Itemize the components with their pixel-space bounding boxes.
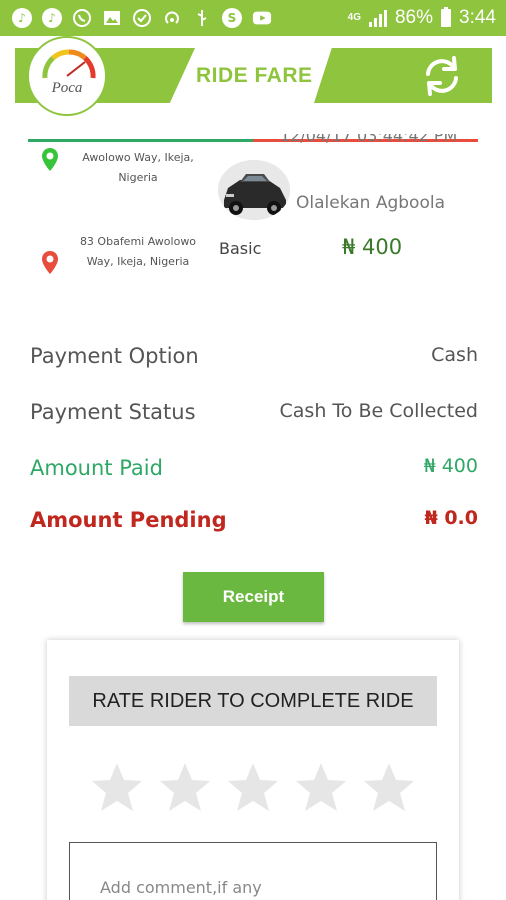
- star-icon[interactable]: [361, 760, 417, 816]
- check-circle-icon: [132, 8, 152, 28]
- trip-date: 12/04/17 03:44:42 PM: [280, 134, 458, 145]
- payment-status-value: Cash To Be Collected: [279, 400, 478, 422]
- status-bar: ♪ ♪ S 4G 86% 3:44: [0, 0, 506, 36]
- amount-pending-label: Amount Pending: [30, 508, 227, 532]
- receipt-button[interactable]: Receipt: [183, 572, 324, 622]
- payment-option-value: Cash: [431, 344, 478, 366]
- music-icon: ♪: [12, 8, 32, 28]
- poca-logo: Poca: [27, 36, 107, 116]
- star-icon[interactable]: [225, 760, 281, 816]
- app-header: Poca RIDE FARE: [0, 36, 506, 134]
- car-image: [218, 160, 290, 220]
- clock: 3:44: [459, 7, 496, 28]
- youtube-icon: [252, 8, 272, 28]
- payment-option-label: Payment Option: [30, 344, 199, 368]
- usb-icon: [192, 8, 212, 28]
- comment-input[interactable]: [69, 842, 437, 900]
- star-icon[interactable]: [293, 760, 349, 816]
- star-icon[interactable]: [157, 760, 213, 816]
- logo-text: Poca: [51, 80, 83, 96]
- trip-fare: ₦ 400: [342, 235, 403, 259]
- pickup-address: Awolowo Way, Ikeja, Nigeria: [82, 151, 194, 184]
- driver-name: Olalekan Agboola: [296, 193, 445, 213]
- music-icon: ♪: [42, 8, 62, 28]
- amount-pending-value: ₦ 0.0: [424, 507, 479, 529]
- pickup-pin-icon: [41, 147, 59, 173]
- battery-percent: 86%: [394, 7, 434, 28]
- amount-paid-value: ₦ 400: [423, 455, 478, 477]
- star-rating[interactable]: [89, 760, 419, 816]
- battery-icon: [441, 7, 452, 27]
- rate-rider-title: RATE RIDER TO COMPLETE RIDE: [69, 676, 437, 726]
- payment-status-label: Payment Status: [30, 400, 196, 424]
- dropoff-address: 83 Obafemi Awolowo Way, Ikeja, Nigeria: [79, 235, 197, 268]
- image-icon: [102, 8, 122, 28]
- dropoff-pin-icon: [41, 250, 59, 276]
- whatsapp-icon: [72, 8, 92, 28]
- hotspot-icon: [162, 8, 182, 28]
- page-title: RIDE FARE: [196, 64, 313, 87]
- ride-type: Basic: [219, 239, 262, 258]
- skype-icon: S: [222, 8, 242, 28]
- amount-paid-label: Amount Paid: [30, 456, 163, 480]
- signal-icon: [368, 9, 387, 27]
- network-type: 4G: [347, 12, 361, 23]
- rating-card: RATE RIDER TO COMPLETE RIDE: [47, 640, 459, 900]
- star-icon[interactable]: [89, 760, 145, 816]
- refresh-icon[interactable]: [418, 52, 466, 100]
